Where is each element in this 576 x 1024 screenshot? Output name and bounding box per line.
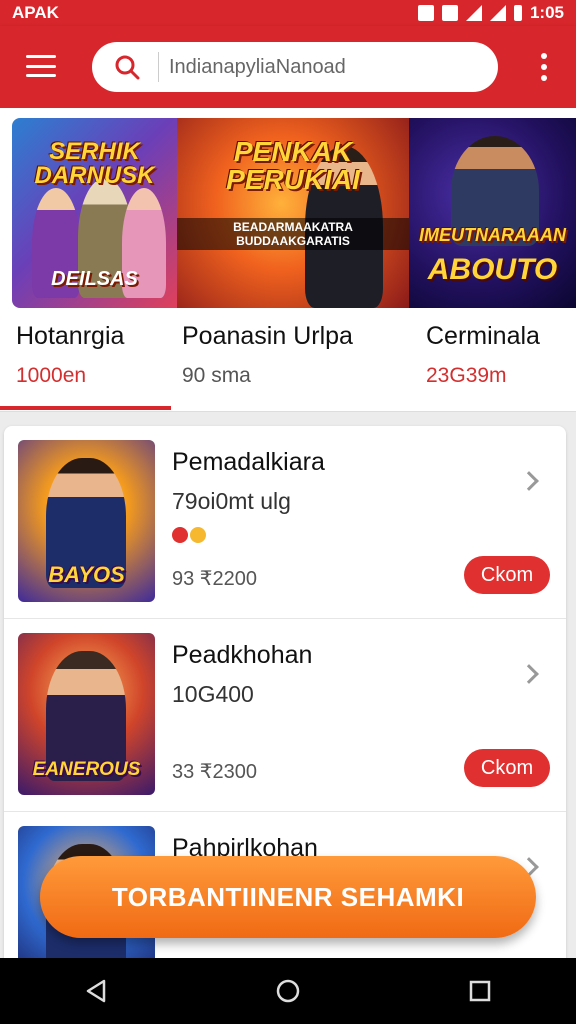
banner-caption: DEILSAS [51,268,138,290]
cta-button[interactable]: TORBANTIINENR SEHAMKI [40,856,536,938]
system-nav-bar [0,958,576,1024]
item-subtitle: 79oi0mt ulg [172,488,291,514]
angry-face-icon [172,527,188,543]
search-icon [115,55,140,80]
featured-name: Hotanrgia [16,322,125,350]
list-item[interactable]: BAYOS Pemadalkiara 79oi0mt ulg 93 ₹2200 … [4,426,566,619]
item-price: 33 ₹2300 [172,761,258,783]
banner-2[interactable]: PENKAK PERUKIAI BEADARMAAKATRA BUDDAAKGA… [177,118,409,308]
banner-title: IMEUTNARAAAN [419,225,566,245]
game-thumbnail: EANEROUS [18,633,155,795]
banner-carousel[interactable]: SERHIK DARNUSK DEILSAS PENKAK PERUKIAI B… [12,118,576,308]
featured-name: Poanasin Urlpa [182,322,353,350]
chevron-right-icon[interactable] [519,471,539,491]
item-price: 93 ₹2200 [172,568,258,590]
banner-3[interactable]: IMEUTNARAAAN ABOUTO [409,118,576,308]
chevron-right-icon[interactable] [519,664,539,684]
recents-icon[interactable] [466,977,494,1005]
featured-list: Hotanrgia 1000en Poanasin Urlpa 90 sma C… [0,318,576,398]
search-divider [158,52,159,82]
active-tab-indicator [0,406,171,410]
status-bar: APAK 1:05 [0,0,576,26]
status-time: 1:05 [529,3,564,22]
banner-title: SERHIK DARNUSK [34,138,155,189]
thumbnail-label: EANEROUS [32,759,141,780]
item-subtitle: 10G400 [172,681,254,707]
back-icon[interactable] [82,977,110,1005]
signal-icon [489,5,506,21]
search-bar[interactable] [92,42,498,92]
banner-subtitle: BEADARMAAKATRA BUDDAAKGARATIS [177,218,409,250]
banner-caption: ABOUTO [427,253,558,286]
game-thumbnail: BAYOS [18,440,155,602]
notification-icon [417,5,434,21]
menu-icon[interactable] [24,52,58,80]
home-icon[interactable] [274,977,302,1005]
wifi-icon [465,5,482,21]
featured-section: SERHIK DARNUSK DEILSAS PENKAK PERUKIAI B… [0,108,576,412]
item-title: Peadkhohan [172,641,313,669]
featured-meta: 1000en [16,364,87,387]
featured-name: Cerminala [426,322,540,350]
featured-meta: 90 sma [182,364,251,387]
battery-icon [513,5,522,21]
featured-meta: 23G39m [426,364,507,387]
more-options-icon[interactable] [536,50,552,84]
thumbnail-label: BAYOS [48,562,125,587]
banner-1[interactable]: SERHIK DARNUSK DEILSAS [12,118,177,308]
emoji-icons [172,526,208,549]
search-input[interactable] [169,55,469,79]
app-bar [0,26,576,108]
claim-button[interactable]: Ckom [464,749,550,787]
vibrate-icon [441,5,458,21]
status-carrier: APAK [12,3,59,22]
claim-button[interactable]: Ckom [464,556,550,594]
banner-title: PENKAK PERUKIAI [226,136,360,195]
status-icons: 1:05 [417,3,564,23]
smile-face-icon [190,527,206,543]
list-item[interactable]: EANEROUS Peadkhohan 10G400 33 ₹2300 Ckom [4,619,566,812]
item-title: Pemadalkiara [172,448,325,476]
